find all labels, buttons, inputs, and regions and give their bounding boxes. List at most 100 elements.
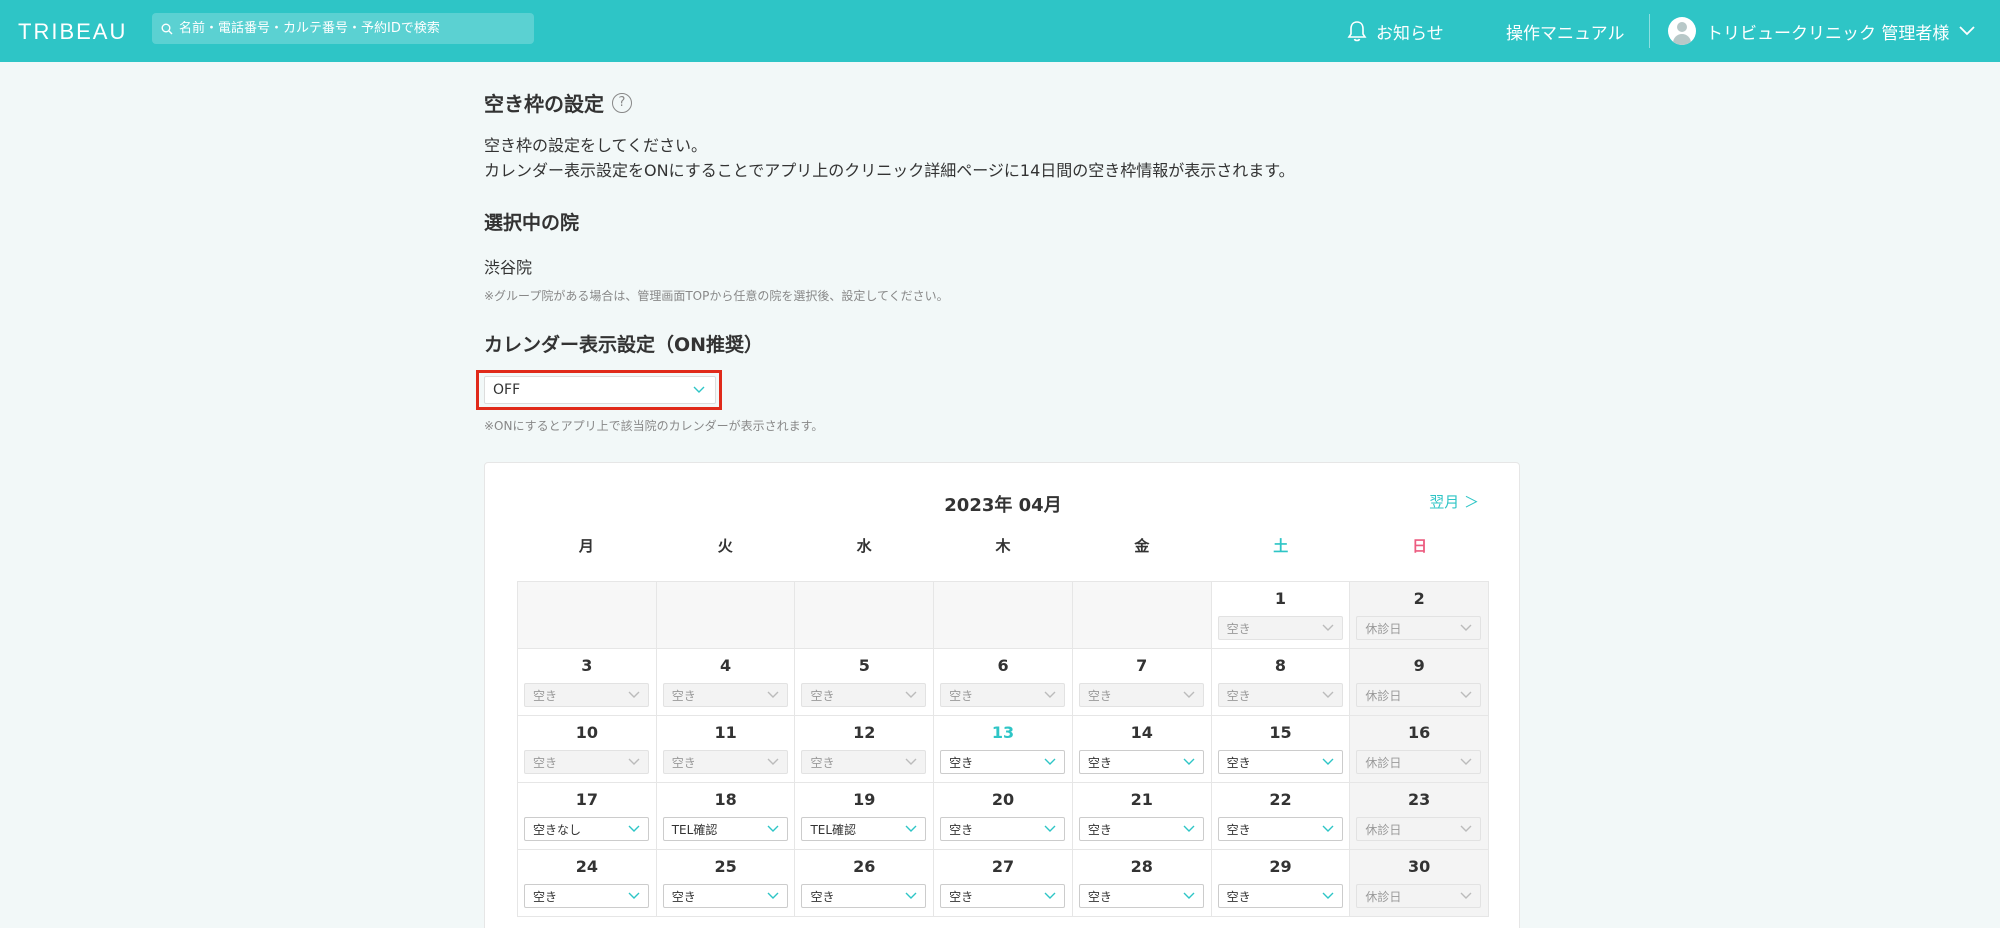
availability-select[interactable]: TEL確認: [801, 817, 927, 841]
calendar-day-cell: 20 空き: [934, 783, 1073, 850]
day-number: 25: [714, 857, 737, 876]
day-number: 23: [1408, 790, 1431, 809]
availability-select[interactable]: 空き: [524, 884, 649, 908]
next-month-link[interactable]: 翌月 ＞: [1429, 491, 1479, 512]
availability-select[interactable]: 空き: [801, 884, 927, 908]
availability-select: 空き: [1078, 683, 1204, 707]
calendar-day-cell: 5 空き: [795, 649, 935, 716]
calendar-week: 17 空きなし 18 TEL確認 19 TEL確認 20 空き 21 空き 22 空き 23 休診日: [518, 783, 1490, 850]
availability-value: 空き: [1226, 621, 1251, 636]
calendar-day-cell: 28 空き: [1072, 850, 1212, 917]
chevron-down-icon: [1460, 624, 1472, 631]
calendar-day-cell: 23 休診日: [1350, 783, 1490, 850]
notice-link[interactable]: お知らせ: [1346, 0, 1444, 62]
clinic-name: 渋谷院: [484, 258, 533, 277]
weekday-label: 日: [1412, 537, 1428, 555]
availability-value: TEL確認: [810, 822, 857, 837]
availability-select[interactable]: 空き: [662, 884, 788, 908]
weekday-label: 木: [995, 537, 1011, 555]
availability-select[interactable]: TEL確認: [662, 817, 788, 841]
chevron-down-icon: [767, 758, 779, 765]
search-icon: [161, 23, 173, 34]
availability-select[interactable]: 空き: [1217, 750, 1343, 774]
help-icon[interactable]: ?: [612, 92, 632, 113]
search-box[interactable]: [152, 13, 534, 44]
availability-select: 空き: [662, 750, 788, 774]
calendar-day-cell: 7 空き: [1072, 649, 1212, 716]
chevron-down-icon: [1183, 825, 1195, 832]
manual-link[interactable]: 操作マニュアル: [1506, 0, 1625, 62]
day-number: 22: [1269, 790, 1292, 809]
manual-label: 操作マニュアル: [1506, 23, 1625, 44]
chevron-down-icon: [1183, 758, 1195, 765]
availability-select[interactable]: 空き: [1078, 884, 1204, 908]
availability-value: 空き: [533, 688, 558, 703]
availability-select[interactable]: 空き: [1078, 817, 1204, 841]
day-number: 20: [991, 790, 1015, 809]
chevron-down-icon: [1044, 691, 1056, 698]
availability-select[interactable]: 空き: [940, 817, 1066, 841]
day-number: 13: [991, 723, 1015, 742]
calendar-day-cell: 18 TEL確認: [656, 783, 796, 850]
availability-value: 空き: [671, 889, 696, 904]
availability-select[interactable]: 空き: [1078, 750, 1204, 774]
chevron-down-icon: [1322, 624, 1334, 631]
availability-value: 空きなし: [533, 822, 582, 837]
availability-select[interactable]: 空き: [940, 884, 1066, 908]
calendar-day-cell: 17 空きなし: [518, 783, 657, 850]
day-number: 9: [1413, 656, 1425, 675]
availability-select[interactable]: 空き: [940, 750, 1066, 774]
calendar-empty-cell: [518, 582, 657, 649]
top-header: TRIBEAU お知らせ 操作マニュアル トリビュークリニック 管理者様: [0, 0, 2000, 62]
calendar-week: 10 空き 11 空き 12 空き 13 空き 14 空き 15 空き 16 休診日: [518, 716, 1490, 783]
day-number: 21: [1130, 790, 1153, 809]
availability-value: 空き: [810, 889, 835, 904]
availability-value: 空き: [1226, 889, 1251, 904]
day-number: 24: [575, 857, 598, 876]
availability-value: 空き: [1087, 822, 1112, 837]
day-number: 4: [720, 656, 732, 675]
availability-select[interactable]: 空き: [1217, 817, 1343, 841]
calendar-day-cell: 29 空き: [1211, 850, 1351, 917]
chevron-down-icon: [1044, 758, 1056, 765]
calendar-week: 3 空き 4 空き 5 空き 6 空き 7 空き 8 空き 9 休診日: [518, 649, 1490, 716]
calendar-empty-cell: [656, 582, 796, 649]
user-menu[interactable]: トリビュークリニック 管理者様: [1668, 0, 1976, 62]
weekday-label: 月: [578, 537, 594, 555]
search-input[interactable]: [179, 21, 519, 36]
calendar-day-cell: 14 空き: [1072, 716, 1212, 783]
chevron-down-icon: [905, 758, 917, 765]
calendar-day-cell: 22 空き: [1211, 783, 1351, 850]
page-title-text: 空き枠の設定: [484, 92, 604, 116]
month-title: 2023年 04月: [944, 495, 1062, 516]
chevron-down-icon: [628, 892, 640, 899]
calendar-note: ※ONにするとアプリ上で該当院のカレンダーが表示されます。: [484, 419, 824, 433]
day-number: 30: [1408, 857, 1431, 876]
availability-select[interactable]: 空きなし: [524, 817, 649, 841]
weekday-label: 水: [856, 537, 872, 555]
calendar-day-cell: 13 空き: [934, 716, 1073, 783]
chevron-down-icon: [767, 825, 779, 832]
chevron-down-icon: [767, 691, 779, 698]
chevron-down-icon: [693, 386, 705, 393]
calendar-card: 2023年 04月 翌月 ＞ 月火水木金土日 1 空き 2 休診日 3 空き 4 空き 5 空き 6…: [484, 462, 1520, 928]
calendar-display-select[interactable]: OFF: [484, 376, 716, 404]
availability-select: 空き: [801, 683, 927, 707]
avatar: [1668, 17, 1696, 45]
notice-label: お知らせ: [1376, 23, 1444, 44]
availability-select[interactable]: 空き: [1217, 884, 1343, 908]
chevron-down-icon: [1183, 691, 1195, 698]
availability-value: 空き: [533, 755, 558, 770]
day-number: 18: [714, 790, 737, 809]
availability-value: 空き: [1087, 755, 1112, 770]
selected-clinic-heading: 選択中の院: [484, 212, 580, 234]
day-number: 27: [991, 857, 1015, 876]
availability-value: 休診日: [1365, 889, 1402, 904]
chevron-down-icon: [767, 892, 779, 899]
calendar-day-cell: 24 空き: [518, 850, 657, 917]
availability-select: 休診日: [1356, 683, 1482, 707]
weekday-header: 月火水木金土日: [517, 535, 1489, 556]
calendar-day-cell: 27 空き: [934, 850, 1073, 917]
tribeau-logo[interactable]: TRIBEAU: [18, 19, 127, 45]
chevron-down-icon: [1460, 691, 1472, 698]
